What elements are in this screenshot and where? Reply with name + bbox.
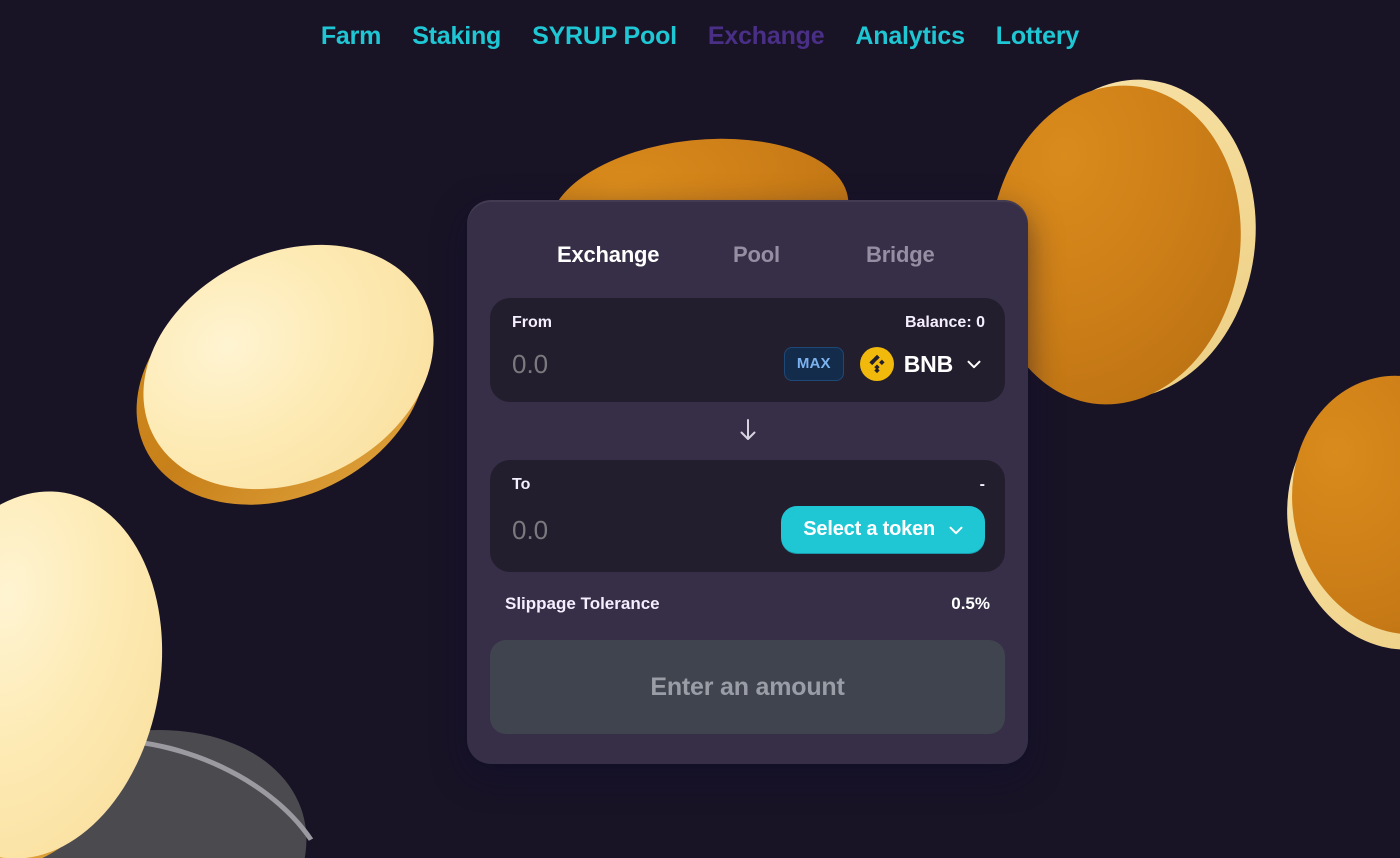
nav-link-syrup-pool[interactable]: SYRUP Pool: [532, 22, 677, 51]
from-panel-controls: MAX BNB: [783, 347, 985, 381]
to-label: To: [512, 476, 531, 493]
to-amount-input[interactable]: [512, 514, 762, 546]
tab-exchange[interactable]: Exchange: [557, 242, 733, 268]
swap-direction-row: [467, 402, 1028, 460]
nav-link-analytics[interactable]: Analytics: [855, 22, 965, 51]
slippage-tolerance-value[interactable]: 0.5%: [951, 594, 990, 614]
tab-bridge[interactable]: Bridge: [866, 242, 935, 268]
nav-link-exchange[interactable]: Exchange: [708, 22, 825, 51]
from-token-symbol: BNB: [903, 350, 953, 377]
from-panel-body: MAX: [512, 344, 985, 384]
coin-right-edge: [1263, 354, 1400, 671]
from-amount-input[interactable]: [512, 348, 762, 380]
select-a-token-button[interactable]: Select a token: [781, 506, 985, 554]
from-balance: Balance: 0: [904, 314, 985, 331]
from-panel-header: From Balance: 0: [512, 314, 985, 332]
coin-face: [102, 198, 475, 536]
nav-link-lottery[interactable]: Lottery: [996, 22, 1080, 51]
tab-pool[interactable]: Pool: [733, 242, 866, 268]
swap-direction-button[interactable]: [733, 413, 763, 450]
submit-swap-button[interactable]: Enter an amount: [490, 640, 1005, 734]
from-token-select-button[interactable]: BNB: [859, 347, 985, 381]
card-tab-bar: Exchange Pool Bridge: [467, 200, 1028, 298]
chevron-down-icon: [963, 353, 985, 375]
to-panel-body: Select a token: [512, 506, 985, 554]
from-currency-panel: From Balance: 0 MAX: [490, 298, 1005, 402]
max-button[interactable]: MAX: [783, 347, 844, 381]
to-panel-header: To -: [512, 476, 985, 494]
slippage-tolerance-label: Slippage Tolerance: [505, 594, 660, 613]
select-a-token-label: Select a token: [803, 518, 935, 540]
nav-link-farm[interactable]: Farm: [321, 22, 382, 51]
chevron-down-icon: [945, 519, 967, 541]
to-balance: -: [979, 476, 985, 493]
to-currency-panel: To - Select a token: [490, 460, 1005, 572]
main-navigation: Farm Staking SYRUP Pool Exchange Analyti…: [0, 0, 1400, 51]
coin-mid-left: [95, 198, 475, 552]
slippage-row: Slippage Tolerance 0.5%: [467, 572, 1028, 614]
bnb-icon: [859, 347, 894, 381]
swap-card: Exchange Pool Bridge From Balance: 0 MAX: [467, 200, 1028, 764]
arrow-down-icon: [737, 417, 759, 446]
nav-link-staking[interactable]: Staking: [412, 22, 501, 51]
from-label: From: [512, 314, 552, 331]
